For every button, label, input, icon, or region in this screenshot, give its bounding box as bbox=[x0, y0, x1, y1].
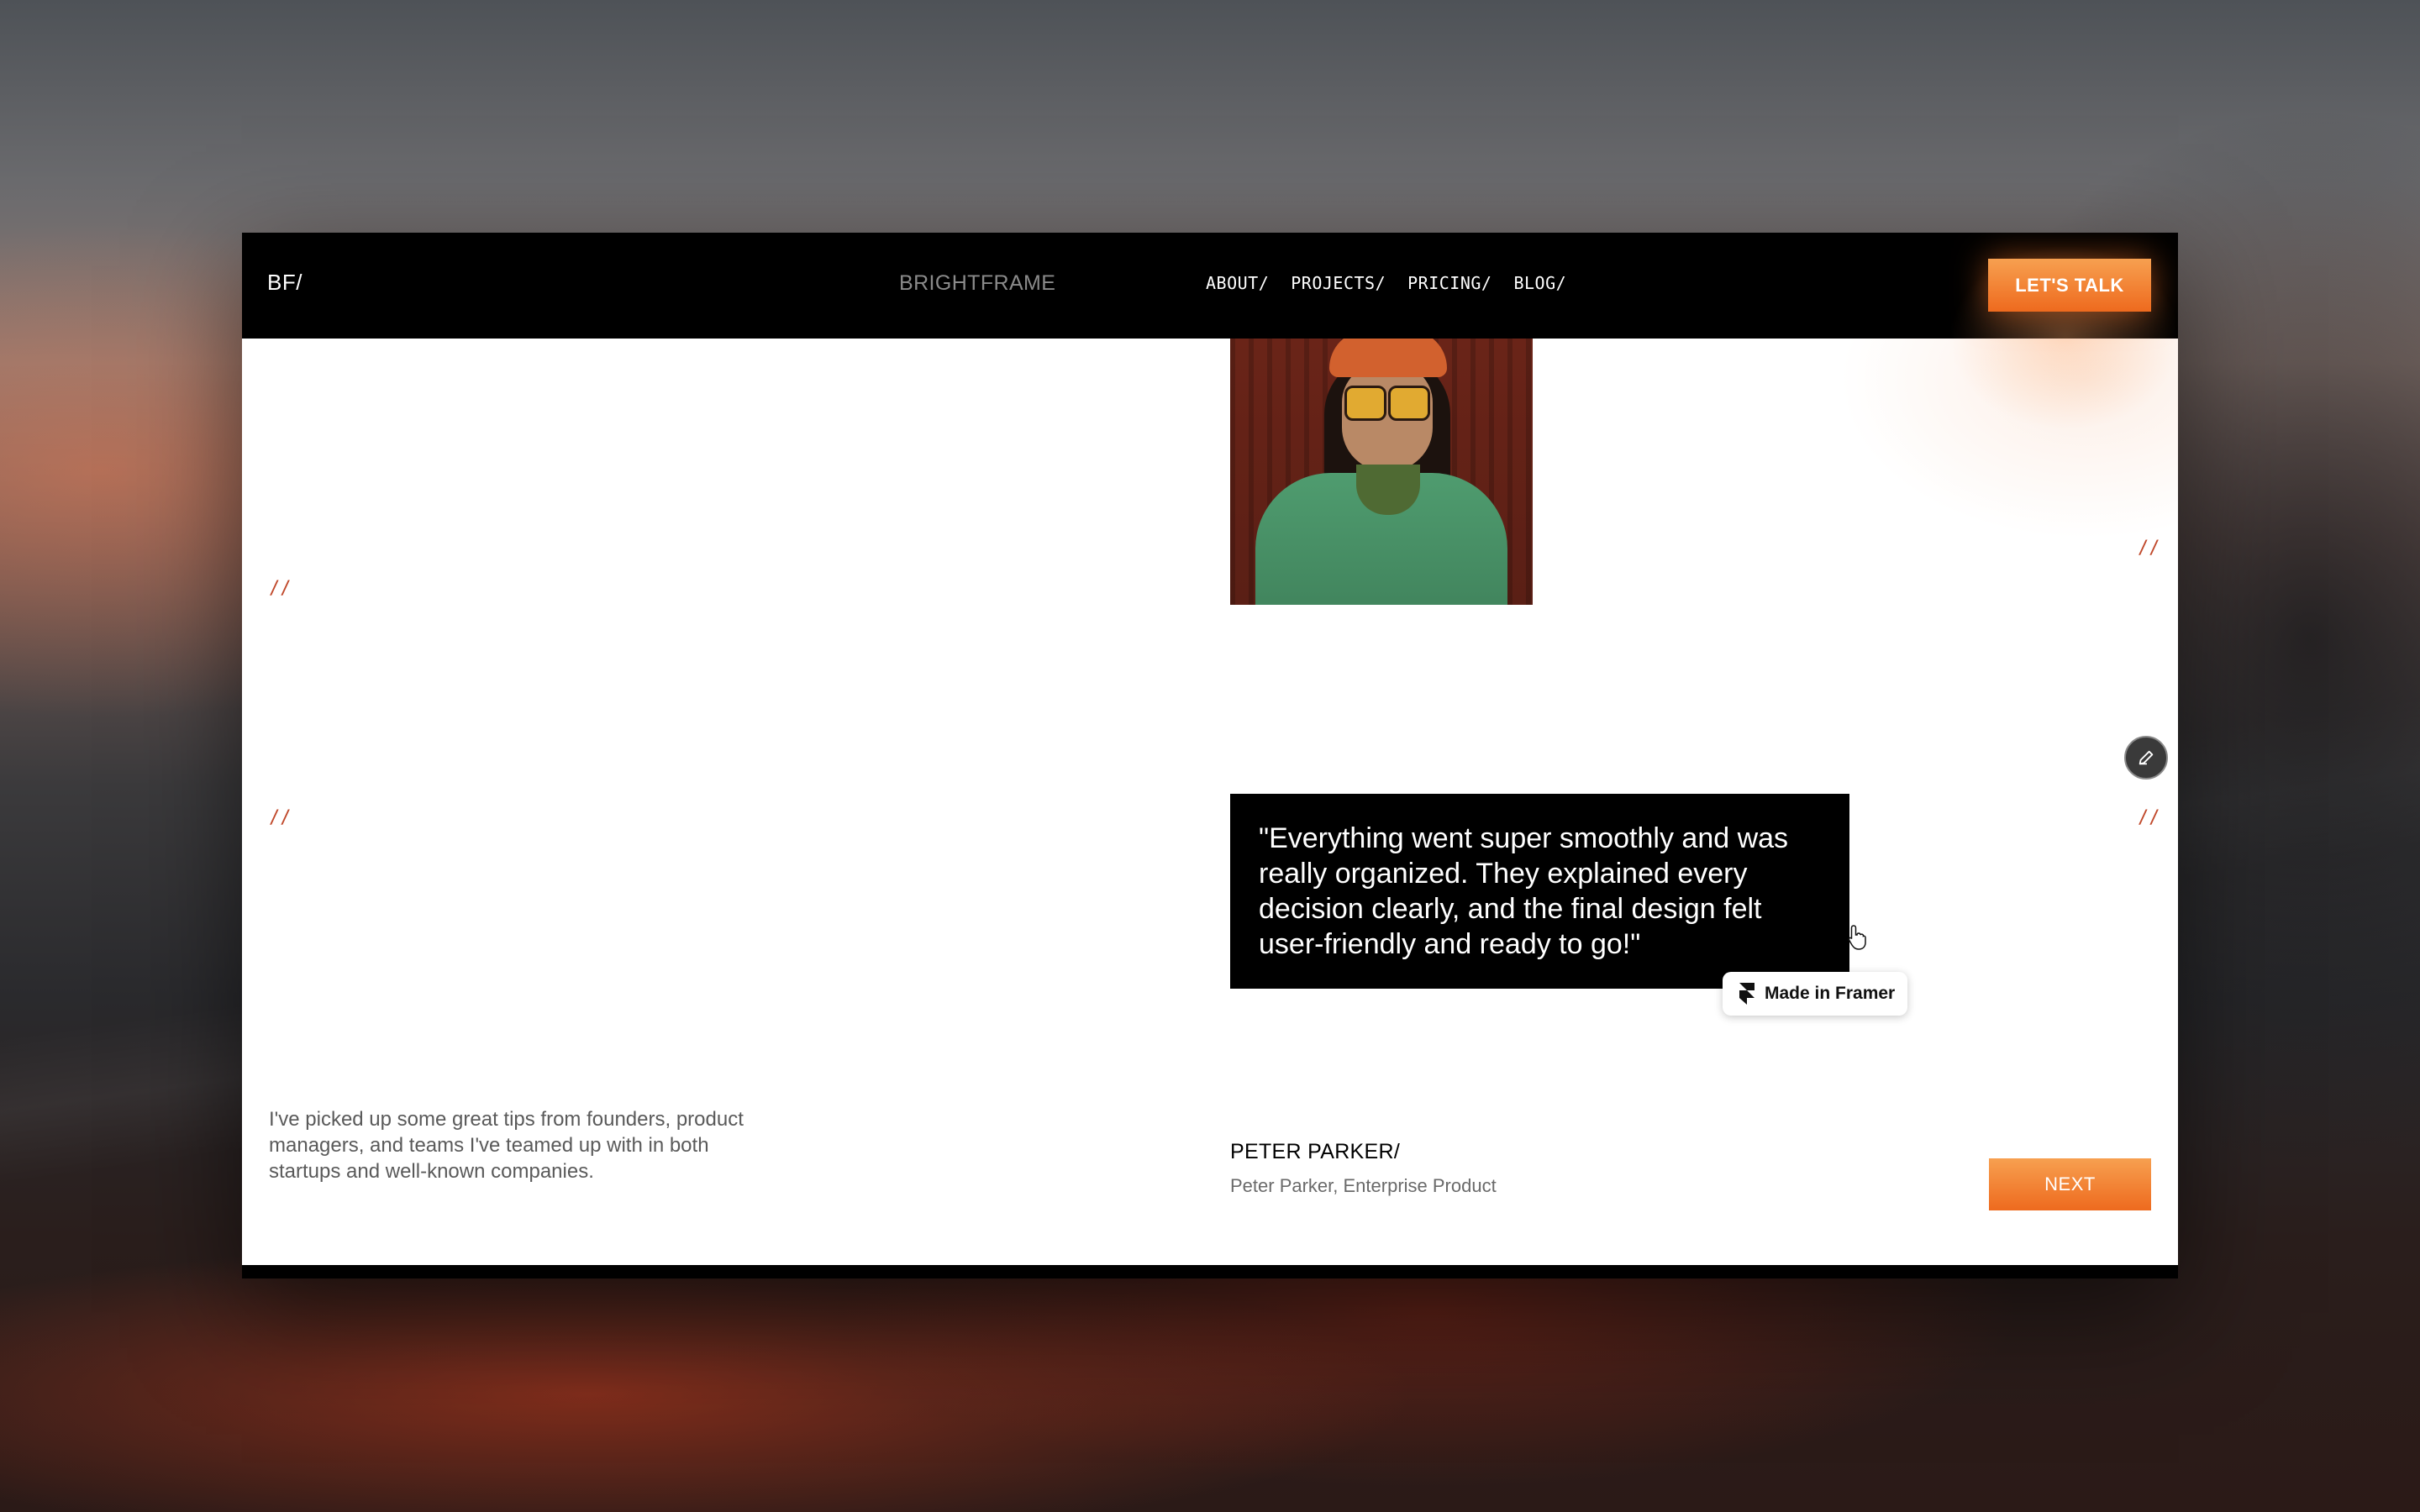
testimonial-quote: "Everything went super smoothly and was … bbox=[1259, 822, 1789, 960]
testimonial-author-name: PETER PARKER/ bbox=[1230, 1140, 1401, 1163]
portrait-glasses-right bbox=[1388, 386, 1430, 421]
navbar: BF/ BRIGHTFRAME ABOUT/ PROJECTS/ PRICING… bbox=[242, 233, 2178, 438]
testimonial-author-role: Peter Parker, Enterprise Product bbox=[1230, 1175, 1497, 1196]
nav-links: ABOUT/ PROJECTS/ PRICING/ BLOG/ bbox=[1206, 273, 1566, 293]
nav-link-projects[interactable]: PROJECTS/ bbox=[1291, 273, 1386, 293]
made-in-framer-label: Made in Framer bbox=[1765, 984, 1896, 1003]
slash-marker-mid-left: // bbox=[269, 807, 292, 828]
decorative-glow bbox=[1839, 339, 2178, 540]
slash-marker-top-right: // bbox=[2138, 538, 2160, 559]
portrait-glasses-left bbox=[1344, 386, 1386, 421]
framer-logo-icon bbox=[1739, 983, 1754, 1005]
edit-button[interactable] bbox=[2124, 736, 2168, 780]
made-in-framer-badge[interactable]: Made in Framer bbox=[1723, 972, 1907, 1016]
testimonial-quote-box: "Everything went super smoothly and was … bbox=[1230, 794, 1849, 989]
bio-text: I've picked up some great tips from foun… bbox=[269, 1108, 744, 1183]
nav-link-pricing[interactable]: PRICING/ bbox=[1407, 273, 1491, 293]
slash-marker-mid-right: // bbox=[2138, 807, 2160, 828]
portrait-beanie bbox=[1329, 339, 1447, 377]
brand-name: BRIGHTFRAME bbox=[899, 271, 1056, 295]
slash-marker-top-left: // bbox=[269, 578, 292, 599]
testimonial-portrait bbox=[1230, 339, 1533, 605]
nav-link-blog[interactable]: BLOG/ bbox=[1513, 273, 1566, 293]
pencil-icon bbox=[2139, 750, 2154, 765]
brand-logo[interactable]: BF/ bbox=[267, 270, 302, 296]
hand-pointer-icon bbox=[1848, 925, 1866, 950]
lets-talk-button[interactable]: LET'S TALK bbox=[1988, 259, 2151, 312]
website-frame: BF/ BRIGHTFRAME ABOUT/ PROJECTS/ PRICING… bbox=[242, 233, 2178, 1278]
nav-link-about[interactable]: ABOUT/ bbox=[1206, 273, 1269, 293]
next-testimonial-button[interactable]: NEXT bbox=[1989, 1158, 2151, 1210]
